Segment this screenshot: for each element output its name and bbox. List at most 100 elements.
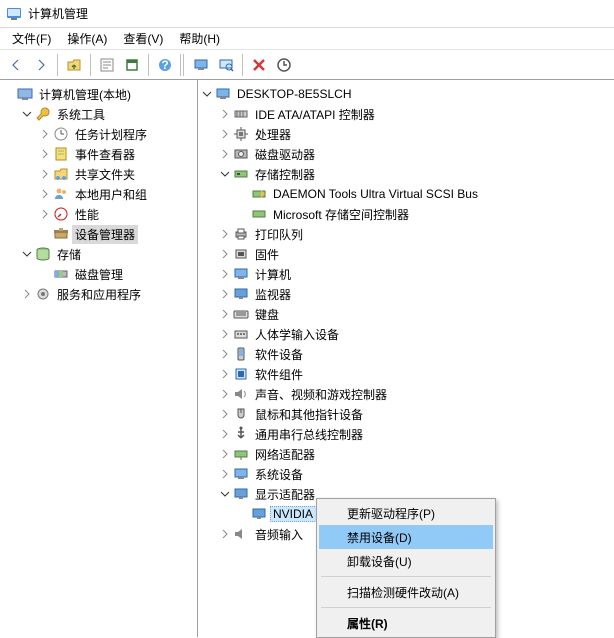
disk-icon: [53, 266, 69, 282]
refresh-button[interactable]: [120, 53, 144, 77]
node-performance[interactable]: 性能: [38, 204, 197, 224]
pc-icon: [233, 266, 249, 282]
expand-twisty[interactable]: [38, 147, 52, 161]
node-label: 存储: [54, 245, 84, 264]
node-ms-storage[interactable]: Microsoft 存储空间控制器: [236, 204, 614, 224]
scan-hardware-button[interactable]: [214, 53, 238, 77]
expand-twisty[interactable]: [38, 127, 52, 141]
menu-item-label: 属性(R): [347, 615, 388, 632]
node-ide[interactable]: IDE ATA/ATAPI 控制器: [218, 104, 614, 124]
node-storage[interactable]: 存储: [20, 244, 197, 264]
node-monitor[interactable]: 监视器: [218, 284, 614, 304]
expand-twisty[interactable]: [20, 287, 34, 301]
monitor-icon: [233, 286, 249, 302]
menu-properties[interactable]: 属性(R): [319, 611, 493, 635]
node-label: 打印队列: [252, 225, 306, 244]
expand-twisty[interactable]: [218, 267, 232, 281]
keyboard-icon: [233, 306, 249, 322]
expand-twisty[interactable]: [218, 347, 232, 361]
blank-twisty: [38, 267, 52, 281]
expand-twisty[interactable]: [218, 307, 232, 321]
menu-disable-device[interactable]: 禁用设备(D): [319, 525, 493, 549]
forward-button[interactable]: [29, 53, 53, 77]
usb-icon: [233, 426, 249, 442]
node-disk-drives[interactable]: 磁盘驱动器: [218, 144, 614, 164]
node-services-apps[interactable]: 服务和应用程序: [20, 284, 197, 304]
node-system-tools[interactable]: 系统工具: [20, 104, 197, 124]
menu-scan-hardware[interactable]: 扫描检测硬件改动(A): [319, 580, 493, 604]
node-print-queue[interactable]: 打印队列: [218, 224, 614, 244]
expand-twisty[interactable]: [218, 127, 232, 141]
expand-twisty[interactable]: [218, 527, 232, 541]
node-device-manager[interactable]: 设备管理器: [38, 224, 197, 244]
node-cpu[interactable]: 处理器: [218, 124, 614, 144]
node-sound[interactable]: 声音、视频和游戏控制器: [218, 384, 614, 404]
menu-update-driver[interactable]: 更新驱动程序(P): [319, 501, 493, 525]
node-shared-folders[interactable]: 共享文件夹: [38, 164, 197, 184]
help-button[interactable]: ?: [153, 53, 177, 77]
node-local-users[interactable]: 本地用户和组: [38, 184, 197, 204]
update-driver-button[interactable]: [272, 53, 296, 77]
node-hid[interactable]: 人体学输入设备: [218, 324, 614, 344]
up-button[interactable]: [62, 53, 86, 77]
expand-twisty[interactable]: [218, 367, 232, 381]
node-keyboard[interactable]: 键盘: [218, 304, 614, 324]
expand-twisty[interactable]: [218, 327, 232, 341]
node-event-viewer[interactable]: 事件查看器: [38, 144, 197, 164]
node-computer-root[interactable]: DESKTOP-8E5SLCH: [200, 84, 614, 104]
collapse-twisty[interactable]: [218, 167, 232, 181]
menu-separator: [321, 576, 491, 577]
expand-twisty[interactable]: [218, 427, 232, 441]
disable-button[interactable]: [247, 53, 271, 77]
expand-twisty[interactable]: [218, 287, 232, 301]
properties-button[interactable]: [95, 53, 119, 77]
node-usb[interactable]: 通用串行总线控制器: [218, 424, 614, 444]
blank-twisty: [236, 507, 250, 521]
menu-action[interactable]: 操作(A): [59, 28, 115, 49]
node-network[interactable]: 网络适配器: [218, 444, 614, 464]
expand-twisty[interactable]: [218, 247, 232, 261]
collapse-twisty[interactable]: [200, 87, 214, 101]
expand-twisty[interactable]: [218, 147, 232, 161]
blank-twisty: [236, 187, 250, 201]
menu-file[interactable]: 文件(F): [4, 28, 59, 49]
scsi-icon: [251, 206, 267, 222]
node-label: 系统工具: [54, 105, 108, 124]
menu-view[interactable]: 查看(V): [115, 28, 171, 49]
node-soft-comp[interactable]: 软件组件: [218, 364, 614, 384]
display-adapter-icon: [233, 486, 249, 502]
node-daemon-tools[interactable]: DAEMON Tools Ultra Virtual SCSI Bus: [236, 184, 614, 204]
expand-twisty[interactable]: [38, 167, 52, 181]
node-local-computer[interactable]: 计算机管理(本地): [2, 84, 197, 104]
node-system-devices[interactable]: 系统设备: [218, 464, 614, 484]
expand-twisty[interactable]: [218, 227, 232, 241]
menu-uninstall-device[interactable]: 卸载设备(U): [319, 549, 493, 573]
node-label: 网络适配器: [252, 445, 318, 464]
node-storage-controllers[interactable]: 存储控制器: [218, 164, 614, 184]
node-mouse[interactable]: 鼠标和其他指针设备: [218, 404, 614, 424]
collapse-twisty[interactable]: [20, 107, 34, 121]
node-label: 设备管理器: [72, 225, 138, 244]
device-button[interactable]: [189, 53, 213, 77]
node-disk-management[interactable]: 磁盘管理: [38, 264, 197, 284]
expand-twisty[interactable]: [38, 187, 52, 201]
expand-twisty[interactable]: [218, 407, 232, 421]
node-label: DESKTOP-8E5SLCH: [234, 86, 355, 102]
node-soft-dev[interactable]: 软件设备: [218, 344, 614, 364]
expand-twisty[interactable]: [218, 447, 232, 461]
menu-item-label: 卸载设备(U): [347, 553, 412, 570]
back-button[interactable]: [4, 53, 28, 77]
node-task-scheduler[interactable]: 任务计划程序: [38, 124, 197, 144]
node-label: 鼠标和其他指针设备: [252, 405, 366, 424]
collapse-twisty[interactable]: [218, 487, 232, 501]
firmware-icon: [233, 246, 249, 262]
menu-help[interactable]: 帮助(H): [171, 28, 228, 49]
node-computer-cat[interactable]: 计算机: [218, 264, 614, 284]
collapse-twisty[interactable]: [20, 247, 34, 261]
expand-twisty[interactable]: [218, 387, 232, 401]
expand-twisty[interactable]: [38, 207, 52, 221]
expand-twisty[interactable]: [218, 467, 232, 481]
blank-twisty: [236, 207, 250, 221]
expand-twisty[interactable]: [218, 107, 232, 121]
node-firmware[interactable]: 固件: [218, 244, 614, 264]
